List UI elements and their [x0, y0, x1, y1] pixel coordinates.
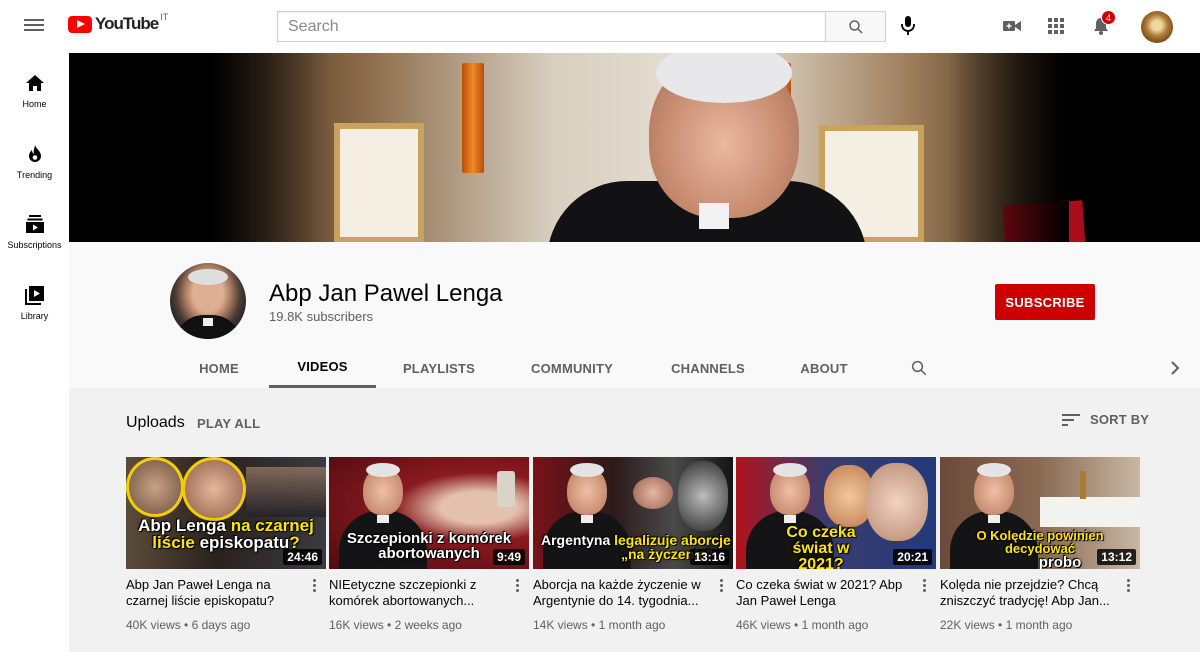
search-bar: Search	[277, 11, 886, 42]
video-metadata: 22K views • 1 month ago	[940, 618, 1073, 632]
more-actions-icon[interactable]	[715, 575, 727, 595]
video-metadata: 40K views • 6 days ago	[126, 618, 251, 632]
thumbnail-caption: Abp Lenga na czarnej liście episkopatu?	[138, 516, 314, 552]
search-button[interactable]	[825, 11, 886, 42]
notifications-button[interactable]: 4	[1089, 10, 1116, 38]
inset-portrait	[182, 457, 246, 521]
apps-grid-icon	[1048, 18, 1064, 34]
inset-portrait	[126, 457, 184, 517]
video-title[interactable]: Co czeka świat w 2021? Abp Jan Paweł Len…	[736, 577, 916, 609]
banner-image	[209, 53, 1086, 242]
channel-search-button[interactable]	[907, 356, 931, 380]
channel-tabs: HOME VIDEOS PLAYLISTS COMMUNITY CHANNELS…	[69, 348, 1200, 388]
tab-home[interactable]: HOME	[185, 348, 253, 388]
video-duration: 13:12	[1097, 549, 1136, 565]
crucifix-image	[1080, 471, 1086, 499]
video-item: O Kolędzie powinien decydować probo 13:1…	[940, 457, 1140, 632]
group-photo	[246, 467, 326, 517]
menu-icon[interactable]	[24, 16, 44, 36]
channel-header: Abp Jan Pawel Lenga 19.8K subscribers SU…	[69, 242, 1200, 388]
thumbnail-caption: Co czeka świat w 2021?	[786, 524, 856, 570]
video-thumbnail[interactable]: Co czeka świat w 2021? 20:21	[736, 457, 936, 569]
video-duration: 9:49	[492, 549, 525, 565]
channel-avatar[interactable]	[170, 263, 246, 339]
video-item: Abp Lenga na czarnej liście episkopatu? …	[126, 457, 326, 632]
tab-community[interactable]: COMMUNITY	[521, 348, 623, 388]
sort-icon	[1062, 413, 1080, 426]
tab-about[interactable]: ABOUT	[791, 348, 857, 388]
youtube-logo[interactable]: YouTube IT	[68, 12, 169, 34]
guide-item-library[interactable]: Library	[0, 265, 69, 325]
mini-guide: Home Trending Subscriptions Library	[0, 53, 69, 652]
vial-image	[497, 471, 515, 507]
library-icon	[23, 283, 47, 307]
sort-by-label: SORT BY	[1090, 412, 1150, 427]
video-title[interactable]: Abp Jan Paweł Lenga na czarnej liście ep…	[126, 577, 306, 609]
guide-label: Subscriptions	[7, 240, 62, 250]
search-icon	[911, 360, 927, 376]
woman-portrait	[678, 461, 728, 531]
more-actions-icon[interactable]	[511, 575, 523, 595]
search-icon	[848, 19, 863, 34]
video-item: Co czeka świat w 2021? 20:21 Co czeka św…	[736, 457, 936, 632]
video-duration: 20:21	[893, 549, 932, 565]
video-title[interactable]: Aborcja na każde życzenie w Argentynie d…	[533, 577, 713, 609]
subscribe-button[interactable]: SUBSCRIBE	[995, 284, 1095, 320]
sort-by-button[interactable]: SORT BY	[1062, 412, 1149, 427]
video-title[interactable]: NIEetyczne szczepionki z komórek abortow…	[329, 577, 509, 609]
video-thumbnail[interactable]: Szczepionki z komórek abortowanych 9:49	[329, 457, 529, 569]
video-metadata: 46K views • 1 month ago	[736, 618, 869, 632]
guide-label: Library	[20, 311, 49, 321]
account-avatar[interactable]	[1141, 11, 1173, 43]
video-camera-icon	[1003, 21, 1021, 31]
youtube-play-icon	[68, 15, 92, 33]
video-thumbnail[interactable]: Abp Lenga na czarnej liście episkopatu? …	[126, 457, 326, 569]
voice-search-button[interactable]	[896, 14, 920, 38]
tab-videos[interactable]: VIDEOS	[269, 348, 376, 388]
home-icon	[23, 71, 47, 95]
country-code: IT	[160, 12, 169, 22]
apps-button[interactable]	[1044, 14, 1068, 38]
guide-item-subscriptions[interactable]: Subscriptions	[0, 194, 69, 254]
video-duration: 24:46	[283, 549, 322, 565]
tab-playlists[interactable]: PLAYLISTS	[391, 348, 487, 388]
guide-label: Home	[22, 99, 47, 109]
guide-item-home[interactable]: Home	[0, 53, 69, 113]
video-item: Argentyna legalizuje aborcje „na życzeni…	[533, 457, 733, 632]
video-thumbnail[interactable]: O Kolędzie powinien decydować probo 13:1…	[940, 457, 1140, 569]
video-title[interactable]: Kolęda nie przejdzie? Chcą zniszczyć tra…	[940, 577, 1120, 609]
subscriptions-icon	[23, 212, 47, 236]
uploads-section: Uploads PLAY ALL SORT BY Abp Lenga na cz…	[69, 388, 1200, 652]
chevron-right-icon	[1171, 361, 1180, 375]
video-metadata: 16K views • 2 weeks ago	[329, 618, 462, 632]
video-thumbnail[interactable]: Argentyna legalizuje aborcje „na życzeni…	[533, 457, 733, 569]
subscriber-count: 19.8K subscribers	[269, 309, 374, 324]
baby-image	[633, 477, 673, 509]
video-duration: 13:16	[690, 549, 729, 565]
more-actions-icon[interactable]	[918, 575, 930, 595]
table-image	[1040, 497, 1140, 527]
logo-text: YouTube	[95, 14, 159, 33]
notification-count-badge: 4	[1101, 10, 1116, 25]
more-actions-icon[interactable]	[308, 575, 320, 595]
guide-item-trending[interactable]: Trending	[0, 124, 69, 184]
tabs-next-button[interactable]	[1163, 356, 1187, 380]
masthead: YouTube IT Search 4	[0, 0, 1200, 53]
video-item: Szczepionki z komórek abortowanych 9:49 …	[329, 457, 529, 632]
guide-label: Trending	[16, 170, 53, 180]
play-all-button[interactable]: PLAY ALL	[197, 416, 260, 431]
portrait-biden	[866, 463, 928, 541]
video-metadata: 14K views • 1 month ago	[533, 618, 666, 632]
create-video-button[interactable]	[1000, 14, 1024, 38]
channel-banner	[69, 53, 1200, 242]
uploads-title[interactable]: Uploads	[126, 414, 185, 432]
channel-name: Abp Jan Pawel Lenga	[269, 280, 503, 307]
microphone-icon	[901, 16, 915, 35]
search-input[interactable]: Search	[277, 11, 825, 42]
tab-channels[interactable]: CHANNELS	[661, 348, 755, 388]
trending-icon	[23, 142, 47, 166]
more-actions-icon[interactable]	[1122, 575, 1134, 595]
